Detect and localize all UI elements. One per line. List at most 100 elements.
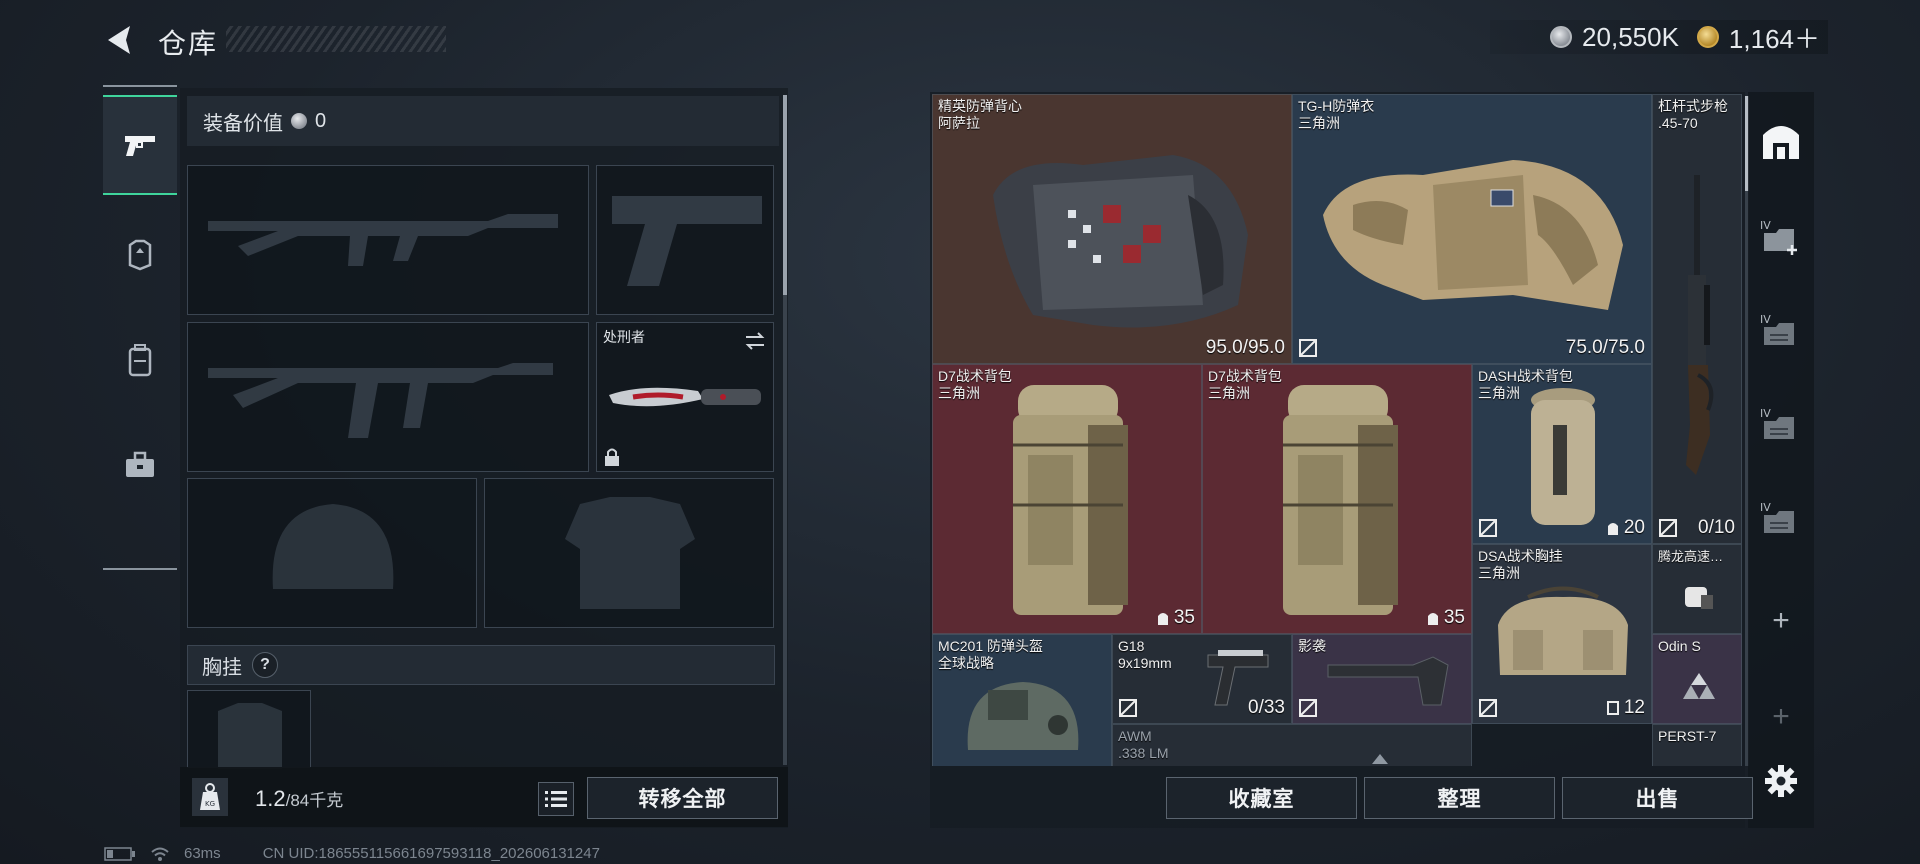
weight-current: 1.2 <box>255 786 286 811</box>
item-name: AWM <box>1118 728 1152 744</box>
nav-divider <box>103 85 177 87</box>
backpack-image <box>1013 385 1128 615</box>
item-durability: 95.0/95.0 <box>1205 337 1285 358</box>
item-name: TG-H防弹衣 <box>1298 98 1375 114</box>
item-subtitle: 阿萨拉 <box>938 115 980 131</box>
armor-vest-icon <box>128 239 152 271</box>
svg-text:KG: KG <box>205 800 215 808</box>
tier-label: IV <box>1760 501 1771 514</box>
melee-slot[interactable]: 处刑者 <box>596 322 774 472</box>
silver-currency-value: 20,550K <box>1582 21 1679 52</box>
stash-home-button[interactable] <box>1752 112 1810 170</box>
armor-slot[interactable] <box>484 478 774 628</box>
helmet-silhouette-icon <box>272 504 394 589</box>
help-button[interactable]: ? <box>252 652 278 678</box>
collection-room-button[interactable]: 收藏室 <box>1166 777 1357 819</box>
item-subtitle: .45-70 <box>1658 115 1698 131</box>
elite-vest-image <box>993 155 1248 328</box>
wifi-icon <box>151 847 169 861</box>
folder-icon: IV <box>1760 313 1794 345</box>
status-bar: 63ms CN UID:18655511566169759311​8_20260… <box>104 845 600 862</box>
primary-weapon-slot[interactable] <box>187 165 589 315</box>
item-name: 影袭 <box>1298 638 1326 654</box>
settings-button[interactable] <box>1752 752 1810 810</box>
item-name: DSA战术胸挂 <box>1478 548 1563 564</box>
stash-item-mc201-helmet[interactable]: MC201 防弹头盔 全球战略 <box>932 634 1112 766</box>
back-button[interactable] <box>100 20 140 60</box>
helmet-image <box>967 682 1079 750</box>
item-subtitle: 9x19mm <box>1118 655 1172 671</box>
stash-item-yingxi[interactable]: 影袭 <box>1292 634 1472 724</box>
stash-item-tgh-armor[interactable]: TG-H防弹衣 三角洲 75.0/75.0 <box>1292 94 1652 364</box>
stash-item-awm[interactable]: AWM .338 LM <box>1112 724 1472 766</box>
item-capacity-value: 12 <box>1623 697 1645 718</box>
item-name: Odin S <box>1658 638 1701 654</box>
stash-page-1-button[interactable]: IV <box>1752 208 1810 266</box>
weight-readout: 1.2/84千克 <box>255 786 343 812</box>
stock-image <box>1327 656 1449 706</box>
user-uid: CN UID:18655511566169759311​8_2026061312… <box>262 845 600 862</box>
lock-icon <box>605 448 619 466</box>
tab-backpack[interactable] <box>103 310 177 410</box>
helmet-slot[interactable] <box>187 478 477 628</box>
pistol-icon <box>125 136 155 156</box>
folder-icon: IV <box>1760 501 1794 533</box>
item-name: DASH战术背包 <box>1478 368 1573 384</box>
item-capacity-value: 35 <box>1443 607 1465 628</box>
gold-currency-value[interactable]: 1,164＋ <box>1729 19 1820 56</box>
item-name: G18 <box>1118 638 1145 654</box>
silver-coin-icon <box>291 113 307 129</box>
item-durability: 75.0/75.0 <box>1565 337 1645 358</box>
item-capacity: 35 <box>1426 607 1465 629</box>
stash-item-d7-backpack[interactable]: D7战术背包 三角洲 35 <box>1202 364 1472 634</box>
secondary-weapon-slot[interactable] <box>187 322 589 472</box>
add-stash-page-button[interactable]: + <box>1752 592 1810 650</box>
sell-button[interactable]: 出售 <box>1562 777 1753 819</box>
tab-armor[interactable] <box>103 205 177 305</box>
item-subtitle: 三角洲 <box>1208 385 1250 401</box>
loadout-scrollbar-thumb[interactable] <box>783 95 787 295</box>
no-insurance-icon <box>1299 339 1317 357</box>
lever-rifle-image <box>1686 175 1714 475</box>
tab-weapons[interactable] <box>103 95 177 195</box>
stash-page-2-button[interactable]: IV <box>1752 302 1810 360</box>
pistol-slot[interactable] <box>596 165 774 315</box>
rifle-silhouette-icon <box>208 363 553 438</box>
stash-item-odin-s[interactable]: Odin S <box>1652 634 1742 724</box>
swap-icon[interactable] <box>743 329 767 353</box>
scroll-up-arrow-icon[interactable] <box>1372 754 1388 764</box>
stash-item-elite-vest[interactable]: 精英防弹背心 阿萨拉 95.0/95.0 <box>932 94 1292 364</box>
item-subtitle: 三角洲 <box>1478 565 1520 581</box>
weight-icon: KG <box>192 778 228 816</box>
equipment-value: 0 <box>315 109 327 132</box>
stash-item-tenglong[interactable]: 腾龙高速… <box>1652 544 1742 634</box>
stash-item-lever-rifle[interactable]: 杠杆式步枪 .45-70 0/10 <box>1652 94 1742 544</box>
tier-label: IV <box>1760 313 1771 326</box>
tier-label: IV <box>1760 219 1771 232</box>
stash-item-dash-backpack[interactable]: DASH战术背包 三角洲 20 <box>1472 364 1652 544</box>
stash-item-dsa-chest-rig[interactable]: DSA战术胸挂 三角洲 12 <box>1472 544 1652 724</box>
organize-button[interactable]: 整理 <box>1364 777 1555 819</box>
duffel-backpack-image <box>1531 388 1595 525</box>
tab-toolbox[interactable] <box>103 415 177 515</box>
stash-item-g18[interactable]: G18 9x19mm 0/33 <box>1112 634 1292 724</box>
item-ammo-count: 0/33 <box>1248 697 1285 718</box>
stash-page-3-button[interactable]: IV <box>1752 396 1810 454</box>
stash-grid: 精英防弹背心 阿萨拉 95.0/95.0 TG-H防弹衣 三角洲 75.0/75.0… <box>932 94 1742 766</box>
stash-item-d7-backpack[interactable]: D7战术背包 三角洲 35 <box>932 364 1202 634</box>
chest-rig-slot[interactable] <box>187 690 311 769</box>
chest-rig-image <box>1498 586 1628 675</box>
item-capacity: 20 <box>1606 517 1645 539</box>
equipment-value-label: 装备价值 <box>203 112 283 135</box>
stash-item-perst-7[interactable]: PERST-7 <box>1652 724 1742 766</box>
item-subtitle: 三角洲 <box>938 385 980 401</box>
rifle-silhouette-icon <box>208 214 558 266</box>
backpack-capacity-icon <box>1427 613 1438 625</box>
item-name: MC201 防弹头盔 <box>938 638 1044 654</box>
transfer-all-button[interactable]: 转移全部 <box>587 777 778 819</box>
silver-coin-icon <box>1550 26 1573 48</box>
stash-page-4-button[interactable]: IV <box>1752 490 1810 548</box>
backpack-capacity-icon <box>1607 523 1618 535</box>
chest-rig-header: 胸挂 ? <box>187 645 775 685</box>
list-view-button[interactable] <box>538 782 574 816</box>
